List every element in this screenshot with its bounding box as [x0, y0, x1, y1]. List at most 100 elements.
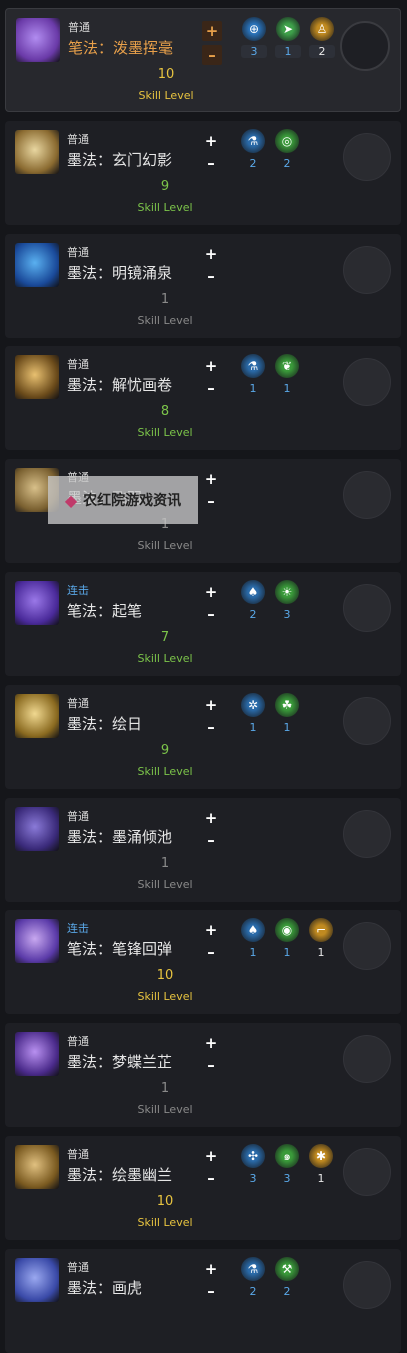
skill-icon: [15, 1032, 59, 1077]
rune-modifiers: ⚗ 2 ⚒ 2: [239, 1256, 343, 1307]
watermark: ◆ 农红院游戏资讯: [48, 476, 198, 524]
skill-row[interactable]: 普通墨法：画虎 + – ⚗ 2 ⚒ 2: [5, 1248, 401, 1353]
level-up-button[interactable]: +: [203, 246, 219, 262]
level-up-button[interactable]: +: [203, 133, 219, 149]
level-up-button[interactable]: +: [203, 810, 219, 826]
rune-modifier[interactable]: ๑3: [273, 1144, 301, 1194]
skill-category: 连击: [67, 922, 89, 936]
level-up-button[interactable]: +: [202, 21, 222, 41]
rune-modifier[interactable]: ♠ 2: [239, 580, 267, 630]
skill-icon: [15, 355, 59, 400]
rune-modifiers: [239, 806, 343, 856]
rune-modifier[interactable]: ⊕ 3: [240, 17, 268, 67]
equip-slot[interactable]: [343, 809, 391, 858]
equip-slot[interactable]: [343, 584, 391, 632]
level-up-button[interactable]: +: [203, 1148, 219, 1164]
rune-count: 1: [249, 946, 257, 960]
sun-person-icon: ☀: [275, 580, 299, 604]
level-up-button[interactable]: +: [203, 922, 219, 938]
level-down-button[interactable]: –: [203, 832, 219, 848]
level-down-button[interactable]: –: [203, 719, 219, 735]
level-up-button[interactable]: +: [203, 1035, 219, 1051]
skill-row[interactable]: 普通 墨法：绘日 + –9 Skill Level ✲ 1 ☘ 1: [5, 684, 401, 789]
level-up-button[interactable]: +: [203, 1261, 219, 1277]
rune-count: 3: [241, 45, 267, 58]
rune-modifier[interactable]: ☀ 3: [273, 580, 301, 630]
equip-slot[interactable]: [343, 132, 391, 181]
skill-name: 墨法：明镜涌泉: [67, 263, 173, 282]
skill-row[interactable]: 普通 墨法：解忧画卷 + –8 Skill Level ⚗ 1 ❦ 1: [5, 346, 401, 451]
skill-level-value: 9: [160, 742, 170, 758]
skill-level-caption: Skill Level: [137, 426, 193, 440]
rune-count: 1: [249, 382, 257, 396]
rune-modifier[interactable]: ⚒ 2: [273, 1256, 301, 1307]
level-up-button[interactable]: +: [203, 358, 219, 374]
skill-category: 普通: [67, 1260, 89, 1274]
skill-level-caption: Skill Level: [137, 200, 193, 214]
equip-slot[interactable]: [343, 1260, 391, 1309]
rune-modifiers: [239, 467, 343, 517]
rune-modifier[interactable]: ◉ 1: [273, 918, 301, 968]
level-down-button[interactable]: –: [203, 1283, 219, 1299]
level-down-button[interactable]: –: [203, 1170, 219, 1186]
rune-modifier[interactable]: ➤ 1: [274, 17, 302, 67]
skill-name: 墨法：画虎: [67, 1278, 143, 1297]
skill-icon: [15, 693, 59, 738]
skill-row[interactable]: 连击 笔法：笔锋回弹 + –10 Skill Level ♠ 1 ◉ 1 ⌐ 1: [5, 910, 401, 1015]
level-down-button[interactable]: –: [203, 606, 219, 622]
group-blue-icon: ✣: [241, 1144, 265, 1168]
equip-slot[interactable]: [343, 471, 391, 520]
rune-modifier[interactable]: ⚗ 1: [239, 354, 267, 404]
rune-modifier[interactable]: ♠ 1: [239, 918, 267, 968]
level-down-button[interactable]: –: [203, 944, 219, 960]
skill-category: 普通: [67, 132, 89, 146]
level-up-button[interactable]: +: [203, 697, 219, 713]
skill-row[interactable]: 普通 墨法：明镜涌泉 + – 1 Skill Level: [5, 233, 401, 338]
target-icon: ⊕: [242, 17, 266, 41]
skill-row[interactable]: 普通 墨法：玄门幻影 + –9 Skill Level ⚗ 2 ◎ 2: [5, 120, 401, 225]
skill-row[interactable]: 普通 墨法：绘墨幽兰 + –10 Skill Level ✣ 3 ๑ 3 ✱ 1: [5, 1136, 401, 1240]
level-down-button[interactable]: –: [203, 155, 219, 171]
rune-modifier[interactable]: ◎ 2: [273, 128, 301, 179]
rune-modifier[interactable]: ✱ 1: [307, 1144, 335, 1194]
level-down-button[interactable]: –: [202, 45, 222, 65]
rune-modifier[interactable]: ⚗ 2: [239, 128, 267, 179]
rune-modifier[interactable]: ❦ 1: [273, 354, 301, 404]
level-up-button[interactable]: +: [203, 584, 219, 600]
equip-slot[interactable]: [343, 245, 391, 294]
skill-row[interactable]: 普通 墨法：梦蝶兰芷 + – 1 Skill Level: [5, 1023, 401, 1128]
flask-icon: ⚗: [241, 128, 265, 153]
skill-level-caption: Skill Level: [137, 652, 193, 665]
equip-slot[interactable]: [343, 696, 391, 745]
rune-count: 2: [249, 608, 257, 621]
rune-modifier[interactable]: ⌐ 1: [307, 918, 335, 968]
skill-row[interactable]: 普通 墨法：墨涌倾池 + – 1 Skill Level: [5, 797, 401, 902]
level-up-button[interactable]: +: [203, 471, 219, 487]
rune-modifier[interactable]: ☘ 1: [273, 692, 301, 743]
rune-modifier[interactable]: ✣ 3: [239, 1144, 267, 1194]
skill-level-value: 7: [160, 630, 170, 645]
level-down-button[interactable]: –: [203, 268, 219, 284]
kite-icon: ◆: [64, 490, 78, 510]
skill-row[interactable]: 连击 笔法：起笔 + –7 Skill Level ♠ 2 ☀ 3: [5, 572, 401, 676]
rune-modifiers: ♠ 1 ◉ 1 ⌐ 1: [239, 918, 343, 968]
level-down-button[interactable]: –: [203, 1057, 219, 1073]
equip-slot[interactable]: [343, 922, 391, 971]
rune-modifier[interactable]: ⚗ 2: [239, 1256, 267, 1307]
equip-slot[interactable]: [343, 1148, 391, 1196]
skill-level-value: 1: [160, 291, 170, 307]
equip-slot[interactable]: [340, 21, 390, 71]
rune-modifier[interactable]: ♙ 2: [308, 17, 336, 67]
skill-level-caption: Skill Level: [137, 1216, 193, 1229]
bell-icon: ♠: [241, 918, 265, 943]
rune-modifiers: ✲ 1 ☘ 1: [239, 692, 343, 743]
skill-row[interactable]: 普通 笔法：泼墨挥毫 + –10 Skill Level ⊕ 3 ➤ 1 ♙ 2: [5, 8, 401, 112]
equip-slot[interactable]: [343, 358, 391, 407]
skill-level-caption: Skill Level: [137, 313, 193, 327]
level-down-button[interactable]: –: [203, 493, 219, 509]
equip-slot[interactable]: [343, 1035, 391, 1084]
skill-name: 笔法：泼墨挥毫: [68, 39, 174, 57]
rune-modifier[interactable]: ✲ 1: [239, 692, 267, 743]
level-down-button[interactable]: –: [203, 380, 219, 396]
rune-count: 1: [283, 382, 291, 396]
